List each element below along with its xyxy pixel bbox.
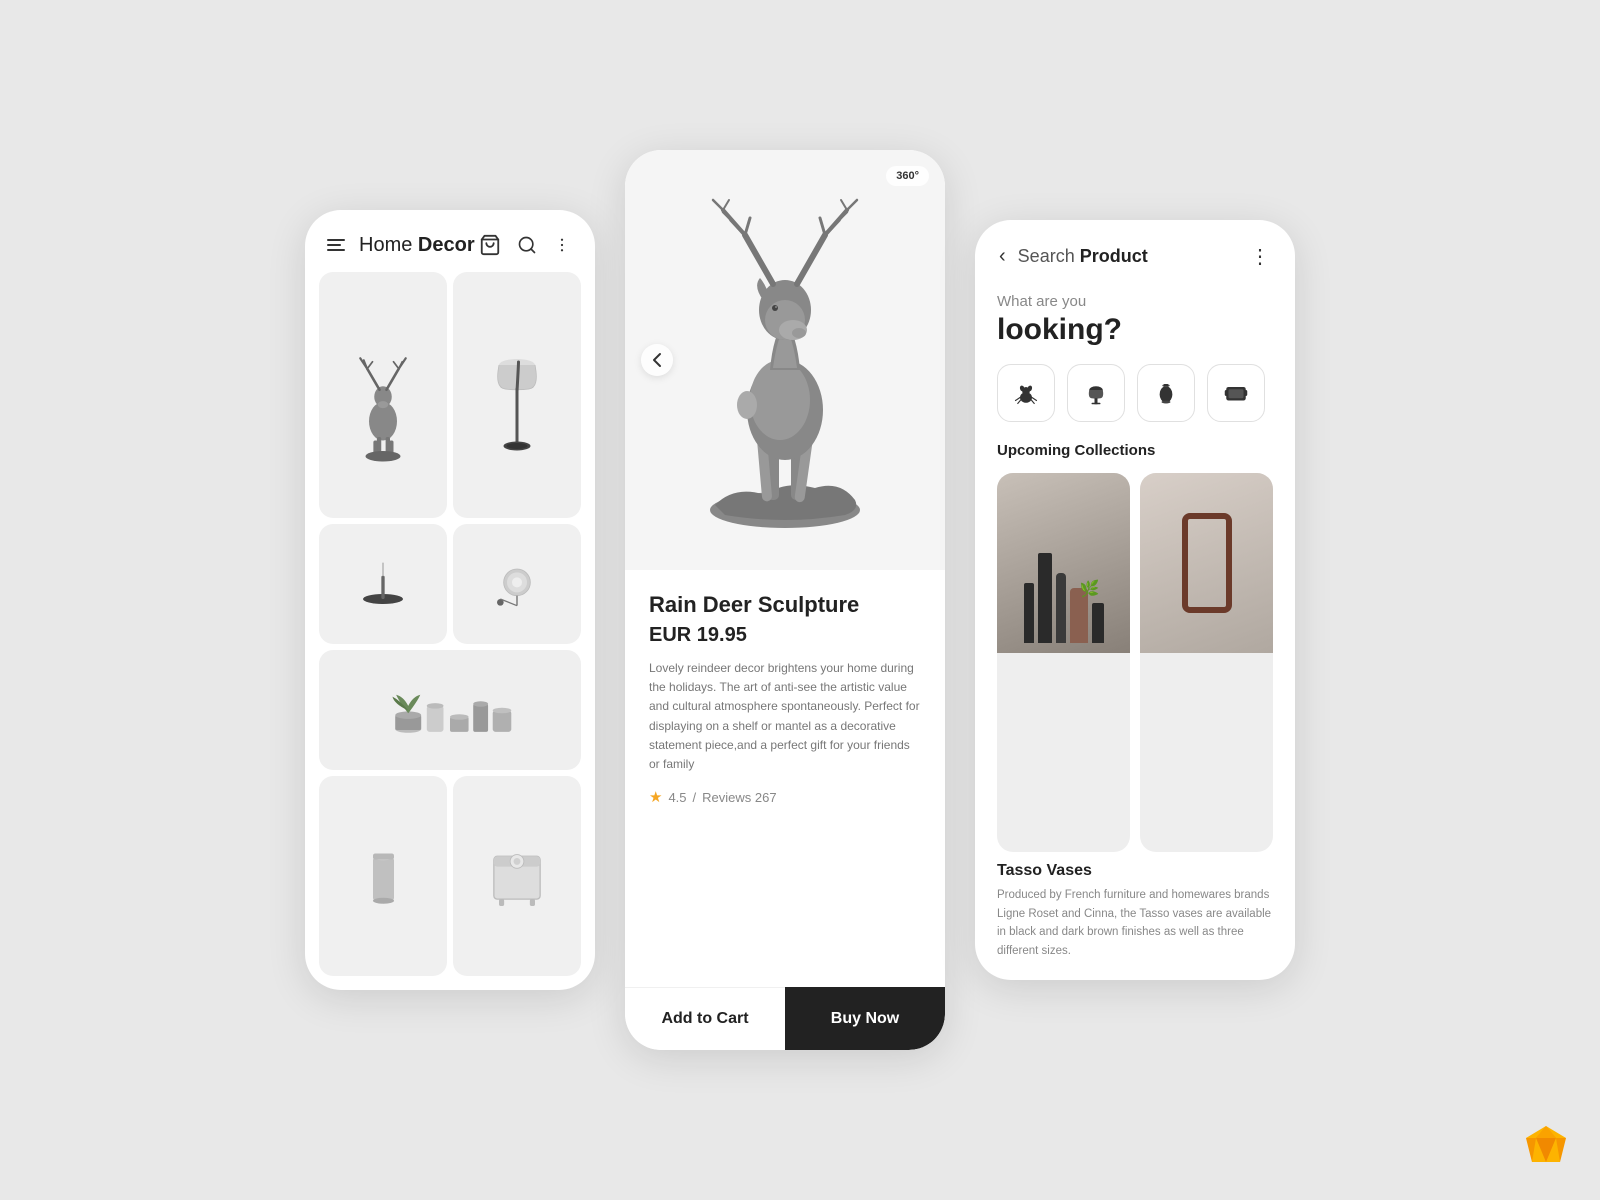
tasso-info-section: Tasso Vases Produced by French furniture… — [975, 852, 1295, 980]
product-name: Rain Deer Sculpture — [649, 592, 921, 618]
search-prompt: What are you looking? — [975, 287, 1295, 364]
product-plants-set[interactable] — [319, 650, 581, 770]
reviews-count: Reviews 267 — [702, 790, 776, 805]
rating-separator: / — [693, 790, 697, 805]
sketch-icon — [1522, 1122, 1570, 1170]
search-button[interactable] — [515, 233, 539, 257]
upcoming-collections-title: Upcoming Collections — [975, 442, 1295, 473]
prev-arrow[interactable] — [641, 344, 673, 376]
collection-tasso-vases[interactable]: 🌿 — [997, 473, 1130, 852]
product-display-box[interactable] — [453, 776, 581, 976]
menu-icon[interactable] — [327, 239, 345, 251]
looking-small-text: What are you — [997, 293, 1273, 310]
product-incense-holder[interactable] — [319, 524, 447, 644]
category-animal-button[interactable] — [997, 364, 1055, 422]
product-price: EUR 19.95 — [649, 624, 921, 647]
product-info: Rain Deer Sculpture EUR 19.95 Lovely rei… — [625, 570, 945, 971]
home-decor-title: Home Decor — [359, 234, 475, 257]
product-spotlight[interactable] — [453, 524, 581, 644]
product-description: Lovely reindeer decor brightens your hom… — [649, 659, 921, 774]
product-image-area: 360° — [625, 150, 945, 570]
right-phone: ‹ Search Product ⋮ What are you looking? — [975, 220, 1295, 980]
product-cylinder-vase[interactable] — [319, 776, 447, 976]
collections-grid: 🌿 — [975, 473, 1295, 852]
more-options-button[interactable] — [551, 234, 573, 256]
mirror-frame-element — [1182, 513, 1232, 613]
product-grid — [305, 272, 595, 990]
mid-phone: 360° — [625, 150, 945, 1050]
view-360-badge[interactable]: 360° — [886, 166, 929, 186]
right-header: ‹ Search Product ⋮ — [975, 220, 1295, 287]
rating-value: 4.5 — [668, 790, 686, 805]
product-floor-lamp[interactable] — [453, 272, 581, 518]
collection-name: Tasso Vases — [997, 862, 1273, 880]
category-tray-button[interactable] — [1207, 364, 1265, 422]
vases-image: 🌿 — [997, 473, 1130, 653]
buy-now-button[interactable]: Buy Now — [785, 987, 945, 1050]
mirror-image — [1140, 473, 1273, 653]
bottom-action-buttons: Add to Cart Buy Now — [625, 987, 945, 1050]
product-deer-statue[interactable] — [319, 272, 447, 518]
left-header: Home Decor — [305, 210, 595, 272]
left-phone: Home Decor — [305, 210, 595, 990]
cart-button[interactable] — [477, 232, 503, 258]
back-button[interactable]: ‹ — [997, 243, 1008, 270]
rating-row: ★ 4.5 / Reviews 267 — [649, 788, 921, 806]
collection-description: Produced by French furniture and homewar… — [997, 886, 1273, 960]
search-product-title: Search Product — [1018, 246, 1148, 267]
add-to-cart-button[interactable]: Add to Cart — [625, 987, 785, 1050]
more-options-button[interactable]: ⋮ — [1248, 242, 1273, 271]
collection-mirror-frame[interactable] — [1140, 473, 1273, 852]
star-icon: ★ — [649, 788, 662, 806]
category-vase-button[interactable] — [1137, 364, 1195, 422]
category-filter-row — [975, 364, 1295, 442]
category-lamp-button[interactable] — [1067, 364, 1125, 422]
product-main-image — [685, 190, 885, 530]
looking-big-text: looking? — [997, 312, 1273, 348]
